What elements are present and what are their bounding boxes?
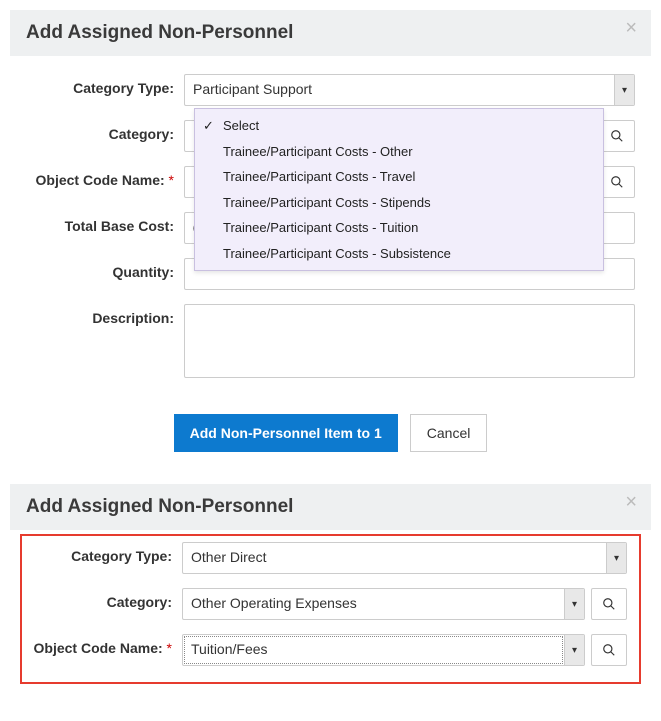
close-icon[interactable]: ×: [625, 492, 637, 512]
category-dropdown-list: Select Trainee/Participant Costs - Other…: [194, 108, 604, 271]
dropdown-option-subsistence[interactable]: Trainee/Participant Costs - Subsistence: [195, 241, 603, 267]
row-category-type: Category Type: Other Direct ▾: [24, 542, 627, 574]
dropdown-option-travel[interactable]: Trainee/Participant Costs - Travel: [195, 164, 603, 190]
row-object-code: Object Code Name: * Tuition/Fees ▾: [24, 634, 627, 666]
select-object-code-value: Tuition/Fees: [183, 635, 564, 665]
chevron-down-icon: ▾: [614, 75, 634, 105]
label-category-type: Category Type:: [26, 74, 184, 96]
chevron-down-icon: ▾: [564, 635, 584, 665]
field-category-type: Other Direct ▾: [182, 542, 627, 574]
label-total-base-cost: Total Base Cost:: [26, 212, 184, 234]
panel-title: Add Assigned Non-Personnel: [26, 496, 293, 517]
dropdown-option-stipends[interactable]: Trainee/Participant Costs - Stipends: [195, 190, 603, 216]
row-description: Description:: [26, 304, 635, 378]
search-icon: [610, 129, 624, 143]
label-category: Category:: [26, 120, 184, 142]
panel-body: Category Type: Participant Support ▾ Cat…: [10, 56, 651, 472]
search-object-code-button[interactable]: [599, 166, 635, 198]
search-category-button[interactable]: [599, 120, 635, 152]
search-icon: [602, 597, 616, 611]
search-object-code-button[interactable]: [591, 634, 627, 666]
panel-header: Add Assigned Non-Personnel ×: [10, 10, 651, 56]
search-icon: [602, 643, 616, 657]
field-object-code: Tuition/Fees ▾: [182, 634, 627, 666]
select-category-type[interactable]: Participant Support ▾: [184, 74, 635, 106]
select-category-type-value: Participant Support: [185, 75, 614, 105]
field-category-type: Participant Support ▾: [184, 74, 635, 106]
dropdown-option-tuition[interactable]: Trainee/Participant Costs - Tuition: [195, 215, 603, 241]
chevron-down-icon: ▾: [606, 543, 626, 573]
select-object-code[interactable]: Tuition/Fees ▾: [182, 634, 585, 666]
required-asterisk: *: [169, 172, 174, 188]
select-category-type[interactable]: Other Direct ▾: [182, 542, 627, 574]
add-non-personnel-button[interactable]: Add Non-Personnel Item to 1: [174, 414, 398, 452]
select-category[interactable]: Other Operating Expenses ▾: [182, 588, 585, 620]
label-category-type: Category Type:: [24, 542, 182, 564]
dropdown-option-select[interactable]: Select: [195, 113, 603, 139]
highlight-box: Category Type: Other Direct ▾ Category: …: [20, 534, 641, 684]
panel-add-non-personnel-1: Add Assigned Non-Personnel × Category Ty…: [10, 10, 651, 472]
field-category: Other Operating Expenses ▾: [182, 588, 627, 620]
label-category: Category:: [24, 588, 182, 610]
dropdown-option-other[interactable]: Trainee/Participant Costs - Other: [195, 139, 603, 165]
chevron-down-icon: ▾: [564, 589, 584, 619]
button-row: Add Non-Personnel Item to 1 Cancel: [26, 392, 635, 462]
label-quantity: Quantity:: [26, 258, 184, 280]
required-asterisk: *: [167, 640, 172, 656]
select-category-value: Other Operating Expenses: [183, 589, 564, 619]
row-category-type: Category Type: Participant Support ▾: [26, 74, 635, 106]
close-icon[interactable]: ×: [625, 18, 637, 38]
textarea-description[interactable]: [184, 304, 635, 378]
row-category: Category: Other Operating Expenses ▾: [24, 588, 627, 620]
panel-header: Add Assigned Non-Personnel ×: [10, 484, 651, 530]
panel-title: Add Assigned Non-Personnel: [26, 22, 293, 43]
label-description: Description:: [26, 304, 184, 326]
cancel-button[interactable]: Cancel: [410, 414, 488, 452]
panel-add-non-personnel-2: Add Assigned Non-Personnel × Category Ty…: [10, 484, 651, 684]
search-category-button[interactable]: [591, 588, 627, 620]
field-description: [184, 304, 635, 378]
search-icon: [610, 175, 624, 189]
select-category-type-value: Other Direct: [183, 543, 606, 573]
label-object-code: Object Code Name: *: [26, 166, 184, 188]
label-object-code: Object Code Name: *: [24, 634, 182, 656]
